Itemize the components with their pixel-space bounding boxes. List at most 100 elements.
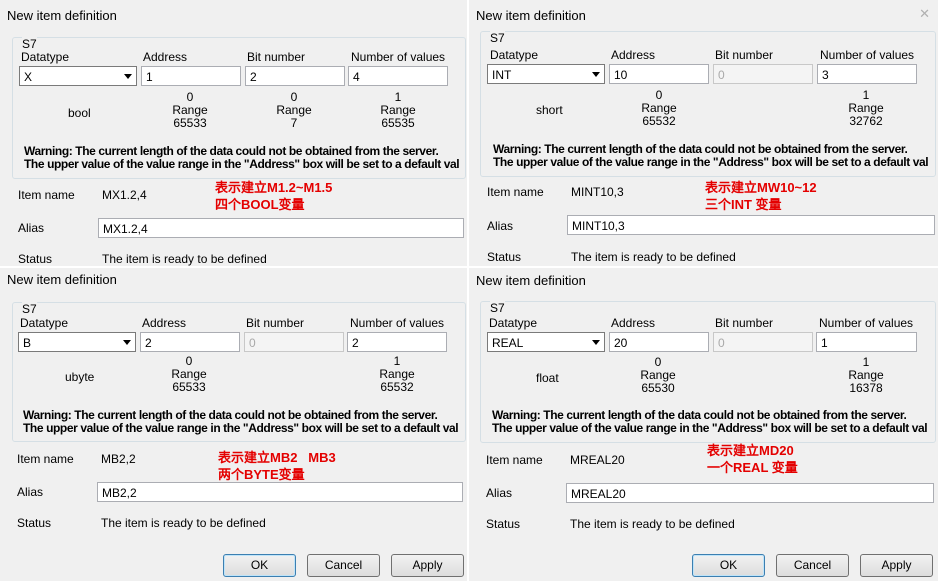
warning-text: Warning: The current length of the data … bbox=[493, 143, 929, 169]
datatype-value: B bbox=[23, 336, 32, 350]
number-of-values-input[interactable]: 2 bbox=[347, 332, 447, 352]
address-input[interactable]: 1 bbox=[141, 66, 241, 86]
annotation-line-1: 表示建立MB2 MB3 bbox=[218, 450, 336, 465]
annotation-note: 表示建立MW10~12 三个INT 变量 bbox=[705, 179, 817, 213]
item-name-value: MB2,2 bbox=[101, 452, 136, 466]
alias-label: Alias bbox=[18, 221, 45, 235]
annotation-line-1: 表示建立MD20 bbox=[707, 443, 794, 458]
bit-range: 0 Range 7 bbox=[264, 91, 324, 130]
range-max: 16378 bbox=[849, 381, 883, 395]
range-max: 65532 bbox=[642, 114, 676, 128]
dialog-title: New item definition bbox=[476, 8, 586, 23]
datatype-label: Datatype bbox=[21, 50, 70, 64]
warning-line-2: The upper value of the value range in th… bbox=[492, 421, 928, 435]
address-value: 2 bbox=[145, 336, 152, 350]
datatype-value: INT bbox=[492, 68, 512, 82]
bit-number-label: Bit number bbox=[715, 48, 774, 62]
status-text: The item is ready to be defined bbox=[102, 252, 267, 266]
range-max: 32762 bbox=[849, 114, 883, 128]
type-name: short bbox=[536, 103, 563, 117]
bit-number-value: 0 bbox=[718, 68, 725, 82]
bit-number-value: 0 bbox=[718, 336, 725, 350]
annotation-note: 表示建立MB2 MB3 两个BYTE变量 bbox=[218, 449, 336, 483]
status-label: Status bbox=[487, 250, 522, 264]
annotation-note: 表示建立M1.2~M1.5 四个BOOL变量 bbox=[215, 179, 332, 213]
warning-text: Warning: The current length of the data … bbox=[24, 145, 460, 171]
datatype-select[interactable]: REAL bbox=[487, 332, 605, 352]
alias-value: MX1.2,4 bbox=[103, 222, 148, 236]
bit-number-input: 0 bbox=[244, 332, 344, 352]
bit-number-input: 0 bbox=[713, 332, 813, 352]
alias-input[interactable]: MINT10,3 bbox=[567, 215, 935, 235]
datatype-select[interactable]: INT bbox=[487, 64, 605, 84]
address-input[interactable]: 2 bbox=[140, 332, 240, 352]
number-of-values-value: 2 bbox=[352, 336, 359, 350]
annotation-line-2: 两个BYTE变量 bbox=[218, 467, 305, 482]
chevron-down-icon bbox=[123, 340, 131, 345]
status-label: Status bbox=[17, 516, 52, 530]
count-range: 1 Range 65535 bbox=[368, 91, 428, 130]
alias-value: MINT10,3 bbox=[572, 219, 625, 233]
status-label: Status bbox=[18, 252, 53, 266]
bit-number-input[interactable]: 2 bbox=[245, 66, 345, 86]
number-of-values-label: Number of values bbox=[351, 50, 446, 64]
alias-input[interactable]: MREAL20 bbox=[566, 483, 934, 503]
s7-group-label: S7 bbox=[22, 37, 37, 51]
alias-input[interactable]: MX1.2,4 bbox=[98, 218, 464, 238]
warning-line-2: The upper value of the value range in th… bbox=[23, 421, 459, 435]
bit-number-input: 0 bbox=[713, 64, 813, 84]
ok-button[interactable]: OK bbox=[223, 554, 296, 577]
datatype-select[interactable]: B bbox=[18, 332, 136, 352]
status-text: The item is ready to be defined bbox=[570, 517, 735, 531]
item-name-value: MX1.2,4 bbox=[102, 188, 147, 202]
address-range: 0 Range 65533 bbox=[159, 355, 219, 394]
range-max: 65533 bbox=[172, 380, 206, 394]
number-of-values-input[interactable]: 4 bbox=[348, 66, 448, 86]
item-name-label: Item name bbox=[17, 452, 74, 466]
datatype-label: Datatype bbox=[490, 48, 539, 62]
warning-line-2: The upper value of the value range in th… bbox=[24, 157, 460, 171]
number-of-values-value: 1 bbox=[821, 336, 828, 350]
address-input[interactable]: 10 bbox=[609, 64, 709, 84]
dialog-title: New item definition bbox=[476, 273, 586, 288]
status-label: Status bbox=[486, 517, 521, 531]
number-of-values-input[interactable]: 3 bbox=[817, 64, 917, 84]
chevron-down-icon bbox=[124, 74, 132, 79]
bit-number-label: Bit number bbox=[247, 50, 306, 64]
alias-value: MB2,2 bbox=[102, 486, 137, 500]
dialog-real: New item definition S7 Datatype Address … bbox=[469, 268, 938, 581]
cancel-button[interactable]: Cancel bbox=[776, 554, 849, 577]
range-max: 65530 bbox=[641, 381, 675, 395]
close-icon[interactable]: ✕ bbox=[919, 6, 930, 22]
type-name: bool bbox=[68, 106, 91, 120]
item-name-label: Item name bbox=[487, 185, 544, 199]
annotation-line-2: 一个REAL 变量 bbox=[707, 460, 798, 475]
number-of-values-input[interactable]: 1 bbox=[816, 332, 917, 352]
annotation-note: 表示建立MD20 一个REAL 变量 bbox=[707, 442, 798, 476]
status-text: The item is ready to be defined bbox=[571, 250, 736, 264]
status-text: The item is ready to be defined bbox=[101, 516, 266, 530]
datatype-value: REAL bbox=[492, 336, 524, 350]
range-max: 65533 bbox=[173, 116, 207, 130]
item-name-label: Item name bbox=[486, 453, 543, 467]
warning-line-2: The upper value of the value range in th… bbox=[493, 155, 929, 169]
count-range: 1 Range 32762 bbox=[836, 89, 896, 128]
dialog-bool: New item definition S7 Datatype Address … bbox=[0, 0, 467, 266]
item-name-label: Item name bbox=[18, 188, 75, 202]
ok-button[interactable]: OK bbox=[692, 554, 765, 577]
apply-button[interactable]: Apply bbox=[860, 554, 933, 577]
annotation-line-1: 表示建立M1.2~M1.5 bbox=[215, 180, 333, 195]
datatype-select[interactable]: X bbox=[19, 66, 137, 86]
s7-group-label: S7 bbox=[490, 301, 505, 315]
address-input[interactable]: 20 bbox=[609, 332, 709, 352]
address-value: 20 bbox=[614, 336, 628, 350]
alias-input[interactable]: MB2,2 bbox=[97, 482, 463, 502]
apply-button[interactable]: Apply bbox=[391, 554, 464, 577]
chevron-down-icon bbox=[592, 340, 600, 345]
warning-text: Warning: The current length of the data … bbox=[492, 409, 928, 435]
type-name: ubyte bbox=[65, 370, 95, 384]
dialog-title: New item definition bbox=[7, 8, 117, 23]
cancel-button[interactable]: Cancel bbox=[307, 554, 380, 577]
address-value: 1 bbox=[146, 70, 153, 84]
bit-number-label: Bit number bbox=[246, 316, 305, 330]
